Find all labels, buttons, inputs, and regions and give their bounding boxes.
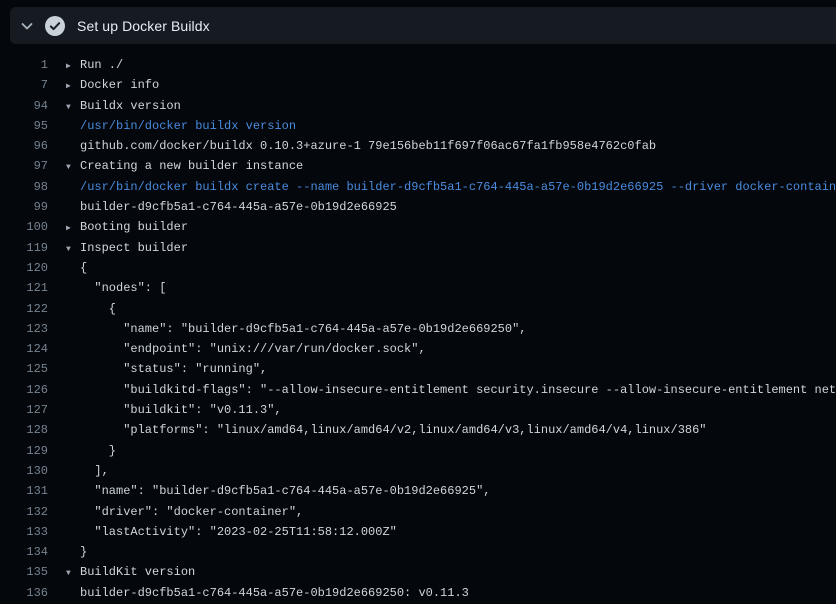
log-text: "name": "builder-d9cfb5a1-c764-445a-a57e… bbox=[80, 319, 526, 339]
log-group-title: Inspect builder bbox=[80, 238, 188, 258]
line-number[interactable]: 98 bbox=[0, 177, 48, 197]
log-text: { bbox=[80, 258, 87, 278]
line-number[interactable]: 125 bbox=[0, 359, 48, 379]
check-circle-icon bbox=[45, 16, 65, 36]
log-line-row: 129 } bbox=[0, 441, 836, 461]
log-text: "endpoint": "unix:///var/run/docker.sock… bbox=[80, 339, 426, 359]
line-number[interactable]: 99 bbox=[0, 197, 48, 217]
log-group-title: Docker info bbox=[80, 75, 159, 95]
log-group-title: Run ./ bbox=[80, 55, 123, 75]
log-group-title: Buildx version bbox=[80, 96, 181, 116]
log-line-row: 121 "nodes": [ bbox=[0, 278, 836, 298]
line-number[interactable]: 132 bbox=[0, 502, 48, 522]
log-line-row: 123 "name": "builder-d9cfb5a1-c764-445a-… bbox=[0, 319, 836, 339]
log-text: "platforms": "linux/amd64,linux/amd64/v2… bbox=[80, 420, 707, 440]
group-toggle-expanded-icon[interactable]: ▼ bbox=[66, 158, 80, 176]
log-text: ], bbox=[80, 461, 109, 481]
log-text: "buildkit": "v0.11.3", bbox=[80, 400, 282, 420]
line-number[interactable]: 1 bbox=[0, 55, 48, 75]
group-toggle-collapsed-icon[interactable]: ▶ bbox=[66, 57, 80, 75]
log-line-row: 122 { bbox=[0, 299, 836, 319]
log-line-row: 132 "driver": "docker-container", bbox=[0, 502, 836, 522]
line-number[interactable]: 120 bbox=[0, 258, 48, 278]
log-line-row: 120 { bbox=[0, 258, 836, 278]
group-toggle-expanded-icon[interactable]: ▼ bbox=[66, 240, 80, 258]
log-line-row: 125 "status": "running", bbox=[0, 359, 836, 379]
log-text: builder-d9cfb5a1-c764-445a-a57e-0b19d2e6… bbox=[80, 583, 469, 603]
log-line-row: 136 builder-d9cfb5a1-c764-445a-a57e-0b19d… bbox=[0, 583, 836, 603]
log-text: "name": "builder-d9cfb5a1-c764-445a-a57e… bbox=[80, 481, 490, 501]
line-number[interactable]: 133 bbox=[0, 522, 48, 542]
line-number[interactable]: 131 bbox=[0, 481, 48, 501]
step-title: Set up Docker Buildx bbox=[77, 18, 210, 34]
line-number[interactable]: 135 bbox=[0, 562, 48, 582]
group-toggle-expanded-icon[interactable]: ▼ bbox=[66, 564, 80, 582]
step-header[interactable]: Set up Docker Buildx bbox=[10, 7, 836, 44]
log-output: 1▶Run ./7▶Docker info94▼Buildx version95… bbox=[0, 44, 836, 604]
log-text: } bbox=[80, 441, 116, 461]
chevron-down-icon[interactable] bbox=[19, 18, 35, 34]
line-number[interactable]: 126 bbox=[0, 380, 48, 400]
log-group-row[interactable]: 119 ▼Inspect builder bbox=[0, 238, 836, 258]
line-number[interactable]: 128 bbox=[0, 420, 48, 440]
line-number[interactable]: 100 bbox=[0, 217, 48, 237]
log-group-row[interactable]: 100 ▶Booting builder bbox=[0, 217, 836, 237]
log-line-row: 96 github.com/docker/buildx 0.10.3+azure-… bbox=[0, 136, 836, 156]
log-line-row: 128 "platforms": "linux/amd64,linux/amd6… bbox=[0, 420, 836, 440]
log-text: /usr/bin/docker buildx create --name bui… bbox=[80, 177, 836, 197]
line-number[interactable]: 119 bbox=[0, 238, 48, 258]
log-text: "buildkitd-flags": "--allow-insecure-ent… bbox=[80, 380, 836, 400]
line-number[interactable]: 122 bbox=[0, 299, 48, 319]
log-text: "status": "running", bbox=[80, 359, 267, 379]
log-line-row: 99 builder-d9cfb5a1-c764-445a-a57e-0b19d2… bbox=[0, 197, 836, 217]
log-line-row: 95/usr/bin/docker buildx version bbox=[0, 116, 836, 136]
log-line-row: 126 "buildkitd-flags": "--allow-insecure… bbox=[0, 380, 836, 400]
log-text: "nodes": [ bbox=[80, 278, 166, 298]
log-group-row[interactable]: 97 ▼Creating a new builder instance bbox=[0, 156, 836, 176]
log-group-row[interactable]: 7 ▶Docker info bbox=[0, 75, 836, 95]
group-toggle-collapsed-icon[interactable]: ▶ bbox=[66, 219, 80, 237]
line-number[interactable]: 127 bbox=[0, 400, 48, 420]
log-text: github.com/docker/buildx 0.10.3+azure-1 … bbox=[80, 136, 656, 156]
log-text: /usr/bin/docker buildx version bbox=[80, 116, 296, 136]
line-number[interactable]: 136 bbox=[0, 583, 48, 603]
line-number[interactable]: 130 bbox=[0, 461, 48, 481]
log-line-row: 98/usr/bin/docker buildx create --name b… bbox=[0, 177, 836, 197]
log-text: "lastActivity": "2023-02-25T11:58:12.000… bbox=[80, 522, 397, 542]
line-number[interactable]: 121 bbox=[0, 278, 48, 298]
log-line-row: 127 "buildkit": "v0.11.3", bbox=[0, 400, 836, 420]
log-line-row: 133 "lastActivity": "2023-02-25T11:58:12… bbox=[0, 522, 836, 542]
log-group-title: Creating a new builder instance bbox=[80, 156, 303, 176]
line-number[interactable]: 95 bbox=[0, 116, 48, 136]
line-number[interactable]: 97 bbox=[0, 156, 48, 176]
log-group-title: BuildKit version bbox=[80, 562, 195, 582]
log-line-row: 131 "name": "builder-d9cfb5a1-c764-445a-… bbox=[0, 481, 836, 501]
log-group-row[interactable]: 1 ▶Run ./ bbox=[0, 55, 836, 75]
line-number[interactable]: 96 bbox=[0, 136, 48, 156]
log-text: builder-d9cfb5a1-c764-445a-a57e-0b19d2e6… bbox=[80, 197, 397, 217]
line-number[interactable]: 129 bbox=[0, 441, 48, 461]
log-line-row: 134} bbox=[0, 542, 836, 562]
log-group-row[interactable]: 94 ▼Buildx version bbox=[0, 96, 836, 116]
log-text: { bbox=[80, 299, 116, 319]
log-line-row: 124 "endpoint": "unix:///var/run/docker.… bbox=[0, 339, 836, 359]
log-text: } bbox=[80, 542, 87, 562]
log-line-row: 130 ], bbox=[0, 461, 836, 481]
group-toggle-expanded-icon[interactable]: ▼ bbox=[66, 98, 80, 116]
log-group-row[interactable]: 135 ▼BuildKit version bbox=[0, 562, 836, 582]
group-toggle-collapsed-icon[interactable]: ▶ bbox=[66, 77, 80, 95]
line-number[interactable]: 123 bbox=[0, 319, 48, 339]
log-group-title: Booting builder bbox=[80, 217, 188, 237]
line-number[interactable]: 124 bbox=[0, 339, 48, 359]
line-number[interactable]: 134 bbox=[0, 542, 48, 562]
line-number[interactable]: 7 bbox=[0, 75, 48, 95]
log-text: "driver": "docker-container", bbox=[80, 502, 303, 522]
line-number[interactable]: 94 bbox=[0, 96, 48, 116]
